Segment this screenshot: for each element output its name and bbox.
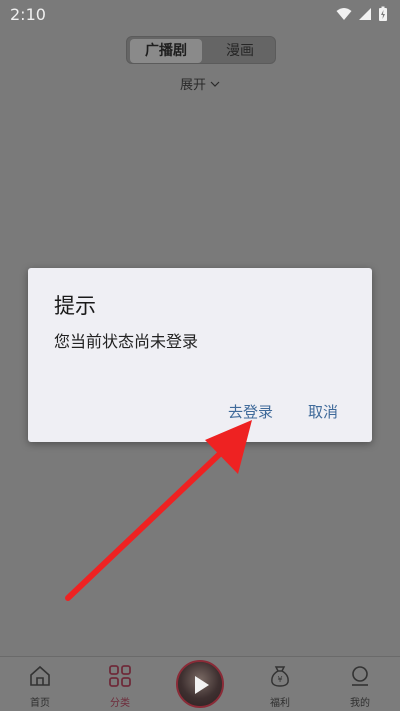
tab-profile[interactable]: 我的	[330, 657, 390, 711]
profile-icon	[352, 666, 368, 686]
tab-profile-label: 我的	[350, 698, 370, 709]
expand-label: 展开	[180, 78, 207, 93]
tab-radio-drama[interactable]: 广播剧	[130, 39, 202, 63]
tab-category-label: 分类	[110, 698, 130, 709]
cancel-button[interactable]: 取消	[308, 401, 338, 422]
dialog-message: 您当前状态尚未登录	[54, 332, 199, 351]
status-time: 2:10	[10, 5, 46, 24]
go-login-button[interactable]: 去登录	[228, 401, 273, 422]
center-play-button[interactable]	[176, 660, 224, 708]
login-prompt-dialog: 提示 您当前状态尚未登录 去登录 取消	[28, 268, 372, 442]
play-icon	[195, 676, 209, 694]
tab-home[interactable]: 首页	[10, 657, 70, 711]
signal-icon	[359, 8, 371, 20]
status-icons	[336, 6, 388, 22]
content-type-switch: 广播剧 漫画	[126, 36, 276, 64]
welfare-bag-icon: ¥	[271, 666, 289, 687]
tab-comics[interactable]: 漫画	[207, 39, 273, 63]
dialog-title: 提示	[54, 294, 96, 318]
tab-welfare-label: 福利	[270, 698, 290, 709]
expand-button[interactable]: 展开	[180, 74, 220, 93]
battery-icon	[379, 6, 387, 21]
home-icon	[30, 665, 50, 686]
tab-welfare[interactable]: ¥ 福利	[250, 657, 310, 711]
status-bar: 2:10	[0, 0, 400, 30]
tab-home-label: 首页	[30, 698, 50, 709]
category-icon	[109, 665, 131, 687]
tab-category[interactable]: 分类	[90, 657, 150, 711]
svg-text:¥: ¥	[277, 675, 282, 684]
wifi-icon	[336, 8, 352, 20]
chevron-down-icon	[210, 81, 220, 87]
